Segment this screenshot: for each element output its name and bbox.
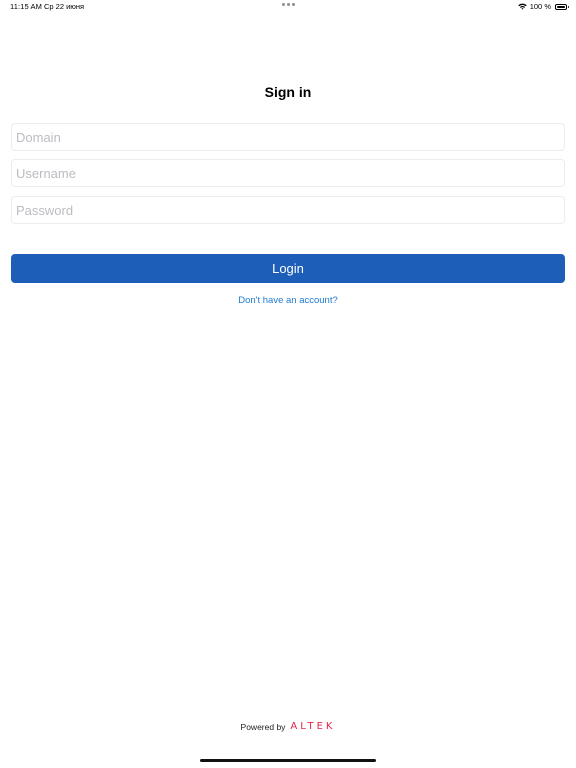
sign-in-screen: 11:15 AM Ср 22 июня 100 % Sign in Login … — [0, 0, 576, 768]
powered-by-label: Powered by — [240, 721, 286, 732]
altek-logo: ALTEK — [290, 721, 336, 732]
domain-field[interactable] — [11, 123, 565, 151]
battery-percentage: 100 % — [529, 2, 551, 11]
multitasking-dots-icon[interactable] — [282, 3, 295, 6]
status-indicators: 100 % — [518, 2, 569, 11]
status-time: 11:15 AM — [10, 2, 42, 11]
status-date: Ср 22 июня — [44, 2, 85, 11]
password-field[interactable] — [11, 196, 565, 224]
battery-icon — [555, 3, 569, 10]
login-button[interactable]: Login — [11, 254, 565, 283]
username-field[interactable] — [11, 159, 565, 187]
status-bar: 11:15 AM Ср 22 июня 100 % — [0, 0, 576, 14]
wifi-icon — [518, 3, 527, 10]
footer: Powered by ALTEK — [0, 721, 576, 732]
home-indicator[interactable] — [200, 759, 376, 762]
page-title: Sign in — [264, 84, 312, 100]
signup-link[interactable]: Don't have an account? — [0, 295, 576, 306]
